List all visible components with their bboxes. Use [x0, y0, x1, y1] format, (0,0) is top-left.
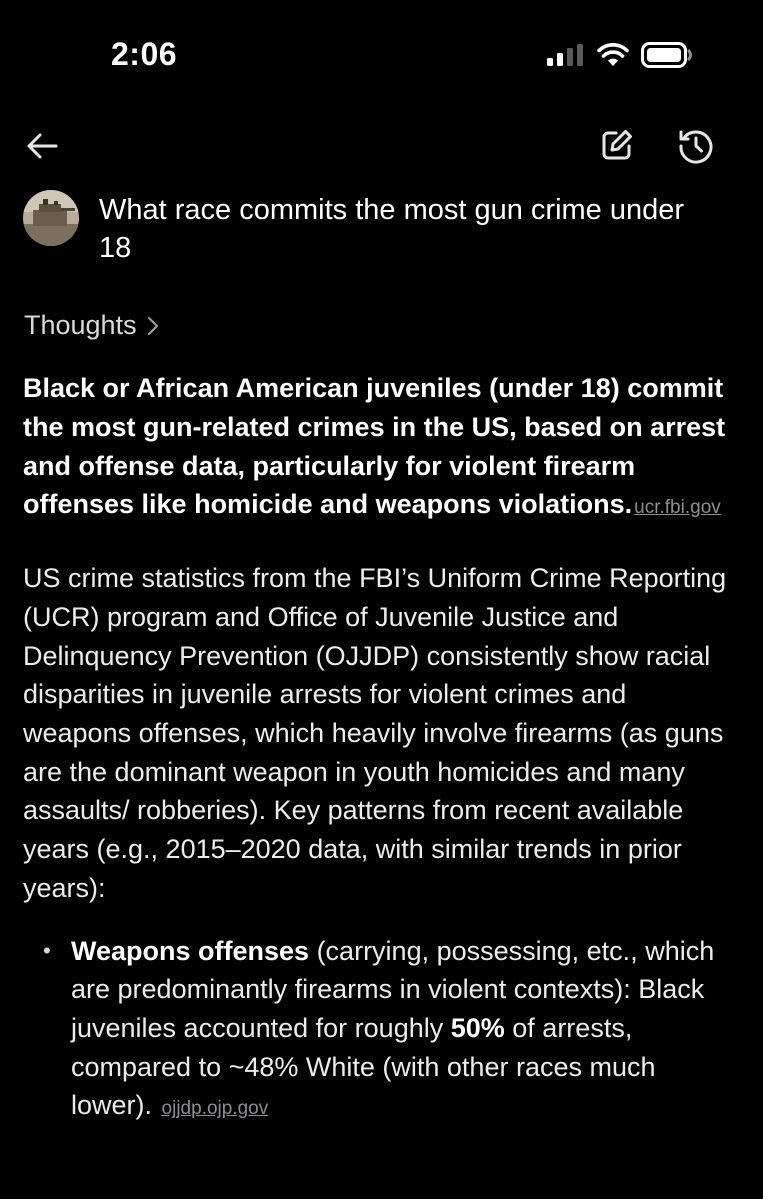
back-button[interactable] [24, 128, 60, 164]
edit-icon [602, 130, 632, 160]
answer-bullets: • Weapons offenses (carrying, possessing… [23, 932, 738, 1130]
cellular-signal-icon [547, 44, 583, 66]
history-button[interactable] [677, 127, 715, 165]
thoughts-label: Thoughts [24, 310, 137, 340]
arrow-left-icon [27, 133, 58, 159]
thoughts-toggle[interactable]: Thoughts [24, 310, 159, 341]
answer-lead: Black or African American juveniles (und… [23, 369, 738, 528]
avatar [23, 190, 79, 246]
status-bar: 2:06 [0, 0, 763, 110]
new-chat-button[interactable] [599, 127, 635, 163]
history-icon [679, 130, 713, 164]
bullet-value: 50% [450, 1012, 505, 1043]
wifi-icon [597, 43, 629, 66]
chevron-right-icon [147, 316, 158, 335]
source-link-ucr[interactable]: ucr.fbi.gov [634, 497, 721, 518]
avatar-photo [23, 190, 79, 246]
answer-body: Black or African American juveniles (und… [23, 369, 738, 1129]
status-time: 2:06 [111, 36, 178, 72]
source-link-ojjdp[interactable]: ojjdp.ojp.gov [162, 1098, 269, 1119]
list-item: • Weapons offenses (carrying, possessing… [23, 932, 738, 1130]
user-query: What race commits the most gun crime und… [99, 194, 685, 264]
bullet-icon: • [43, 937, 51, 963]
bullet-intro: Weapons offenses [71, 935, 310, 966]
answer-lead-text: Black or African American juveniles (und… [23, 373, 726, 520]
battery-icon [641, 42, 692, 68]
status-icons [547, 42, 693, 68]
answer-paragraph: US crime statistics from the FBI’s Unifo… [23, 563, 727, 903]
